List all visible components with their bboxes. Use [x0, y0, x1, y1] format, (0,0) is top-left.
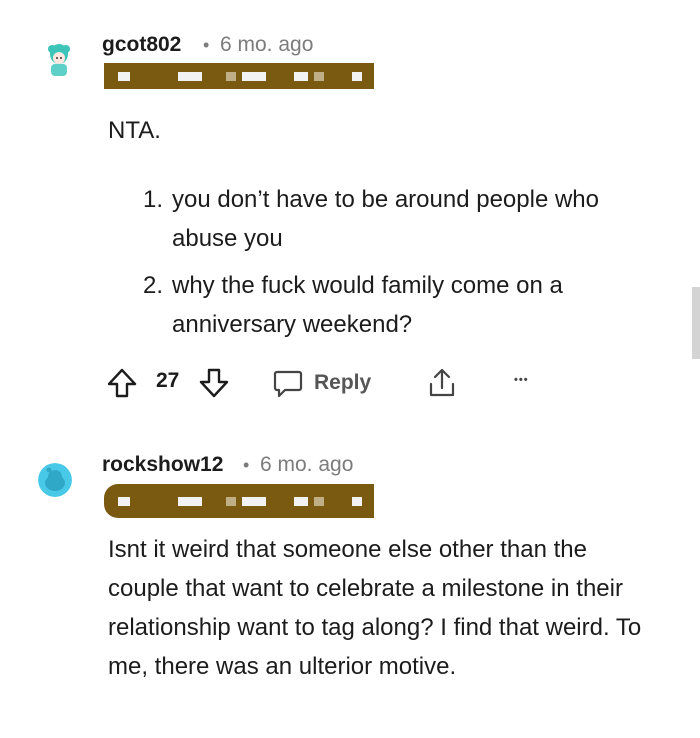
comment-timestamp[interactable]: 6 mo. ago	[220, 33, 313, 57]
speech-bubble-icon	[273, 370, 303, 398]
meta-separator: •	[203, 35, 210, 55]
vote-count-label: 27	[156, 369, 180, 392]
share-button[interactable]	[426, 366, 458, 400]
upvote-button[interactable]	[106, 367, 138, 399]
meta-separator: •	[243, 455, 250, 475]
comment-action-bar: 27 Reply •••	[106, 364, 546, 400]
ellipsis-icon: •••	[514, 374, 529, 386]
comment-username[interactable]: rockshow12	[102, 453, 223, 477]
comment-timestamp[interactable]: 6 mo. ago	[260, 453, 353, 477]
reply-button[interactable]: Reply	[272, 367, 371, 399]
list-item-number: 1.	[143, 186, 164, 213]
comment-username[interactable]: gcot802	[102, 33, 181, 57]
user-avatar[interactable]	[38, 463, 72, 497]
reply-label: Reply	[314, 371, 372, 394]
user-avatar[interactable]	[40, 40, 78, 78]
vote-count: 27	[156, 369, 179, 393]
scrollbar[interactable]	[692, 287, 700, 359]
more-options-button[interactable]: •••	[514, 374, 529, 386]
list-item: 2. why the fuck would family come on a a…	[143, 266, 643, 344]
list-item-text: you don’t have to be around people who a…	[172, 186, 599, 252]
redacted-user-flair	[104, 63, 374, 89]
list-item-text: why the fuck would family come on a anni…	[172, 272, 563, 338]
redacted-user-flair	[104, 484, 374, 518]
arrow-up-outline-icon	[107, 368, 137, 398]
share-upload-icon	[429, 368, 455, 397]
avatar-image-icon	[38, 463, 72, 497]
arrow-down-outline-icon	[199, 368, 229, 398]
avatar-image-icon	[40, 40, 78, 78]
list-item-number: 2.	[143, 272, 164, 299]
list-item: 1. you don’t have to be around people wh…	[143, 180, 643, 258]
comment-body-text: NTA.	[108, 117, 161, 144]
comment-body-text: Isnt it weird that someone else other th…	[108, 536, 642, 680]
downvote-button[interactable]	[198, 367, 230, 399]
